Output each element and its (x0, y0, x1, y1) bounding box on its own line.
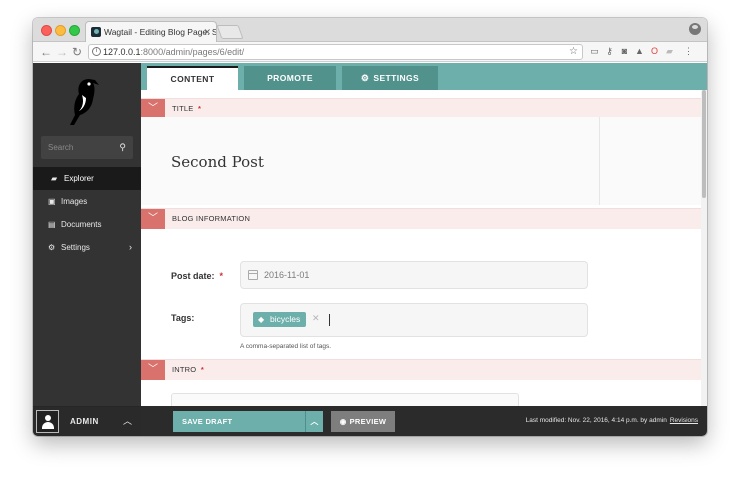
sidebar-item-label: Explorer (64, 174, 94, 183)
tab-promote[interactable]: PROMOTE (244, 66, 336, 90)
wagtail-admin: Search ⚲ ▰ Explorer ▣ Images ▤ Documents… (33, 63, 707, 436)
avatar[interactable] (36, 410, 59, 433)
image-icon: ▣ (48, 197, 56, 206)
address-bar[interactable]: i 127.0.0.1:8000/admin/pages/6/edit/ ☆ (88, 44, 583, 60)
chevron-right-icon: › (129, 242, 132, 252)
tag-icon: ◆ (258, 315, 265, 324)
new-tab-button[interactable] (216, 25, 244, 39)
cogs-icon: ⚙ (48, 243, 56, 252)
editor-tabs: CONTENT PROMOTE ⚙ SETTINGS (141, 63, 707, 90)
post-date-label: Post date: * (171, 271, 224, 281)
reload-icon[interactable]: ↻ (72, 44, 82, 60)
intro-input[interactable] (171, 393, 519, 406)
preview-button[interactable]: ◉ PREVIEW (331, 411, 395, 432)
page-editor: CONTENT PROMOTE ⚙ SETTINGS ﹀ TITLE * Seco… (141, 63, 707, 406)
calendar-icon[interactable] (248, 270, 258, 280)
section-title-header: ﹀ TITLE * (141, 98, 701, 119)
section-intro-label: INTRO * (172, 365, 205, 374)
chevron-up-icon[interactable]: ︿ (123, 407, 132, 436)
folder-open-icon: ▰ (51, 174, 58, 183)
collapse-intro-button[interactable]: ﹀ (141, 360, 165, 380)
title-field[interactable]: Second Post (141, 117, 701, 205)
forward-arrow-icon[interactable]: → (56, 44, 68, 60)
tag-chip-label: bicycles (270, 314, 301, 324)
sidebar: Search ⚲ ▰ Explorer ▣ Images ▤ Documents… (33, 63, 141, 436)
tab-settings[interactable]: ⚙ SETTINGS (342, 66, 438, 90)
post-date-input[interactable]: 2016-11-01 (240, 261, 588, 289)
sidebar-item-settings[interactable]: ⚙ Settings › (33, 236, 141, 259)
sidebar-item-label: Settings (61, 243, 90, 252)
section-intro-header: ﹀ INTRO * (141, 359, 701, 380)
sidebar-item-label: Images (61, 197, 88, 206)
camera-icon[interactable]: ◙ (619, 46, 630, 57)
text-caret (329, 314, 330, 326)
eye-icon: ◉ (339, 417, 347, 426)
minimize-window-button[interactable] (55, 25, 66, 36)
document-icon: ▤ (48, 220, 56, 229)
title-input[interactable]: Second Post (171, 153, 264, 171)
sidebar-search-input[interactable]: Search ⚲ (41, 136, 133, 159)
sidebar-item-images[interactable]: ▣ Images (33, 190, 141, 213)
collapse-title-button[interactable]: ﹀ (141, 99, 165, 119)
save-draft-label: SAVE DRAFT (182, 417, 233, 426)
info-icon[interactable]: i (92, 47, 101, 56)
browser-toolbar: ← → ↻ i 127.0.0.1:8000/admin/pages/6/edi… (33, 42, 707, 62)
warning-icon[interactable]: ▲ (634, 46, 645, 57)
tags-input[interactable]: ◆ bicycles ✕ (240, 303, 588, 337)
back-arrow-icon[interactable]: ← (40, 44, 52, 60)
collapse-blog-info-button[interactable]: ﹀ (141, 209, 165, 229)
last-modified-text: Last modified: Nov. 22, 2016, 4:14 p.m. … (525, 417, 698, 424)
opera-icon[interactable]: O (649, 46, 660, 57)
tab-close-icon[interactable]: ✕ (203, 22, 211, 42)
section-title-label: TITLE * (172, 104, 202, 113)
footer-actions: SAVE DRAFT ︿ ◉ PREVIEW Last modified: Nov… (141, 406, 707, 436)
tab-content[interactable]: CONTENT (147, 66, 238, 90)
chevron-up-icon[interactable]: ︿ (305, 411, 323, 432)
search-placeholder: Search (48, 143, 74, 152)
title-divider (599, 117, 600, 205)
sidebar-item-explorer[interactable]: ▰ Explorer (33, 167, 141, 190)
url-path: :8000/admin/pages/6/edit/ (140, 47, 245, 57)
browser-window: Wagtail - Editing Blog Page: Se ✕ ← → ↻ … (33, 18, 707, 436)
url-host: 127.0.0.1 (103, 47, 141, 57)
sidebar-item-documents[interactable]: ▤ Documents (33, 213, 141, 236)
browser-tab[interactable]: Wagtail - Editing Blog Page: Se ✕ (85, 21, 217, 42)
key-icon[interactable]: ⚷ (604, 46, 615, 57)
content-scrollbar[interactable] (701, 90, 707, 406)
account-menu[interactable]: ADMIN ︿ (33, 406, 141, 436)
post-date-value: 2016-11-01 (264, 270, 310, 280)
section-blog-info-header: ﹀ BLOG INFORMATION (141, 208, 701, 229)
save-draft-button[interactable]: SAVE DRAFT ︿ (173, 411, 323, 432)
sidebar-item-label: Documents (61, 220, 102, 229)
preview-label: PREVIEW (349, 417, 387, 426)
revisions-link[interactable]: Revisions (670, 417, 698, 424)
tab-settings-label: SETTINGS (373, 73, 420, 83)
tags-help-text: A comma-separated list of tags. (240, 343, 332, 350)
cast-icon[interactable]: ▭ (589, 46, 600, 57)
browser-tab-bar: Wagtail - Editing Blog Page: Se ✕ (33, 18, 707, 42)
menu-kebab-icon[interactable]: ⋮ (683, 46, 694, 57)
section-blog-info-label: BLOG INFORMATION (172, 214, 251, 223)
close-window-button[interactable] (41, 25, 52, 36)
wagtail-favicon-icon (91, 27, 101, 37)
bookmark-star-icon[interactable]: ☆ (569, 45, 578, 59)
browser-tab-title: Wagtail - Editing Blog Page: Se (104, 27, 217, 37)
tag-remove-icon[interactable]: ✕ (312, 313, 320, 324)
account-name: ADMIN (70, 417, 99, 426)
scrollbar-thumb[interactable] (702, 90, 706, 198)
wagtail-logo-icon[interactable] (65, 77, 105, 127)
gear-icon: ⚙ (360, 73, 370, 83)
tags-label: Tags: (171, 313, 195, 323)
search-icon[interactable]: ⚲ (119, 136, 126, 159)
zoom-window-button[interactable] (69, 25, 80, 36)
tag-chip: ◆ bicycles (253, 312, 307, 327)
profile-icon[interactable] (689, 23, 701, 35)
extension-icon[interactable]: ▰ (664, 46, 675, 57)
